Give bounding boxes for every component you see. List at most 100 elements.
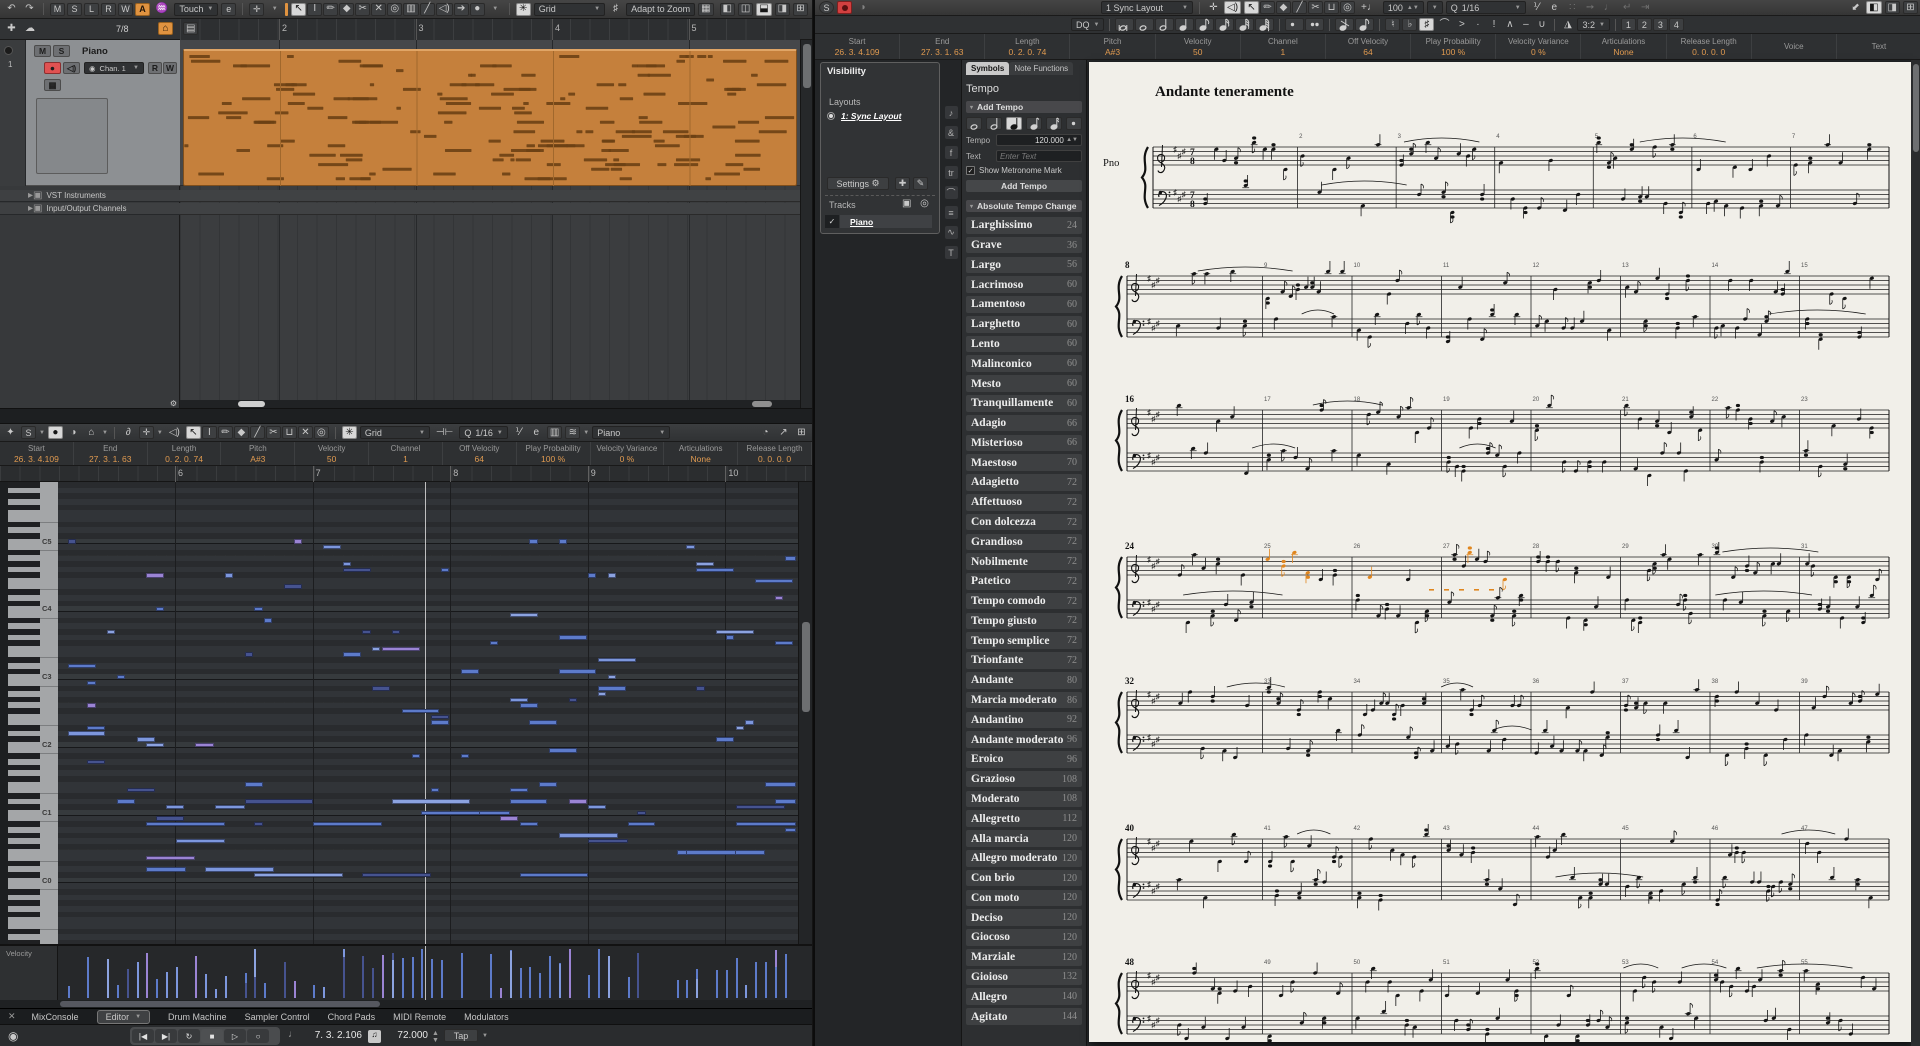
- tap-options-icon[interactable]: ▼: [482, 1033, 488, 1039]
- velocity-bar[interactable]: [175, 967, 178, 998]
- midi-note[interactable]: [254, 872, 343, 878]
- split-tool[interactable]: ✂: [355, 2, 371, 16]
- midi-note[interactable]: [411, 754, 420, 759]
- editor-mute-tool[interactable]: ✕: [297, 426, 313, 439]
- midi-note[interactable]: [146, 867, 186, 872]
- settings-button[interactable]: Settings ⚙: [827, 177, 889, 190]
- midi-note[interactable]: [598, 657, 636, 663]
- velocity-bar[interactable]: [87, 957, 90, 998]
- monitor-button[interactable]: ◁): [63, 62, 80, 74]
- edit-channel-button[interactable]: e: [221, 2, 237, 16]
- score-info-start[interactable]: Start 26. 3. 4.109: [815, 34, 901, 59]
- symbol-category-dynamics-icon[interactable]: f: [944, 146, 958, 159]
- duration-half-button[interactable]: [1155, 18, 1175, 31]
- info-length[interactable]: Length 0. 2. 0. 74: [148, 442, 222, 465]
- midi-note[interactable]: [715, 629, 754, 635]
- marcato-button[interactable]: !: [1486, 18, 1501, 31]
- dot-button[interactable]: [1285, 18, 1305, 31]
- visibility-tab[interactable]: Visibility: [827, 66, 866, 77]
- midi-note[interactable]: [774, 595, 784, 601]
- tie-button[interactable]: ⌒: [1436, 18, 1452, 31]
- score-info-articulations[interactable]: Articulations None: [1581, 34, 1667, 59]
- ruler-options-icon[interactable]: ▤: [183, 22, 199, 35]
- velocity-bar[interactable]: [568, 948, 571, 998]
- black-key[interactable]: [8, 832, 40, 839]
- sharp-button[interactable]: ♯: [1419, 18, 1435, 31]
- midi-note[interactable]: [765, 782, 796, 787]
- track-grid-icon[interactable]: ▦: [44, 79, 61, 91]
- midi-note[interactable]: [136, 737, 155, 742]
- score-info-velocity[interactable]: Velocity 50: [1156, 34, 1241, 59]
- tempo-preset-allegretto[interactable]: Allegretto 112: [966, 810, 1082, 828]
- duration-e16-button[interactable]: [1215, 18, 1235, 31]
- midi-note[interactable]: [696, 561, 715, 567]
- tempo-preset-deciso[interactable]: Deciso 120: [966, 909, 1082, 926]
- score-draw-tool[interactable]: ✏: [1260, 1, 1276, 14]
- midi-note[interactable]: [323, 544, 342, 550]
- tempo-preset-con-dolcezza[interactable]: Con dolcezza 72: [966, 513, 1082, 531]
- midi-note[interactable]: [696, 686, 705, 691]
- velocity-bar[interactable]: [224, 976, 227, 998]
- position-display[interactable]: 7. 3. 2.106: [300, 1030, 362, 1041]
- velocity-options-select[interactable]: ▼: [1426, 1, 1443, 14]
- black-key[interactable]: [8, 928, 40, 935]
- midi-note[interactable]: [215, 804, 245, 810]
- midi-part-piano[interactable]: [183, 49, 797, 186]
- velocity-bar[interactable]: [391, 959, 394, 998]
- time-signature-display[interactable]: 7/8: [116, 24, 129, 34]
- line-tool[interactable]: ╱: [419, 2, 435, 16]
- wedge-button[interactable]: ∧: [1502, 18, 1517, 31]
- editor-object-selection-tool[interactable]: ↖: [185, 426, 201, 439]
- tempo-preset-trionfante[interactable]: Trionfante 72: [966, 652, 1082, 669]
- midi-note[interactable]: [598, 691, 607, 697]
- black-key[interactable]: [8, 640, 40, 646]
- midi-note[interactable]: [715, 737, 734, 742]
- duration-breve-button[interactable]: [1115, 18, 1135, 31]
- midi-note[interactable]: [637, 810, 646, 816]
- tempo-note-whole-button[interactable]: [966, 117, 982, 130]
- score-right-zone-icon[interactable]: ◨: [1884, 1, 1900, 14]
- tempo-preset-moderato[interactable]: Moderato 108: [966, 790, 1082, 808]
- global-r-button[interactable]: R: [100, 2, 116, 16]
- score-notation[interactable]: ♯♯ ♯♯♯ ♯77882 3 4 5 6 78♯♯ ♯♯♯ ♯9 10 11 12 13 14 1516♯♯…: [1089, 62, 1911, 1042]
- record-button[interactable]: ○: [247, 1029, 269, 1043]
- ddot-button[interactable]: [1305, 18, 1325, 31]
- quantize-panel-icon[interactable]: ▦: [698, 2, 714, 16]
- h-zoom-slider[interactable]: [752, 401, 772, 407]
- score-quantize-edit-icon[interactable]: e: [1547, 1, 1562, 14]
- midi-note[interactable]: [627, 821, 656, 827]
- track-mute-button[interactable]: M: [34, 45, 51, 57]
- layout-radio[interactable]: [827, 112, 835, 120]
- midi-note[interactable]: [205, 867, 275, 872]
- velocity-bar[interactable]: [529, 985, 532, 998]
- track-solo-button[interactable]: S: [53, 45, 70, 57]
- black-key[interactable]: [8, 725, 40, 731]
- zoom-tool[interactable]: ◎: [387, 2, 403, 16]
- pin-icon[interactable]: ✦: [3, 426, 18, 439]
- editor-ruler[interactable]: 6 7 8 9 10: [0, 466, 812, 482]
- tab-chord-pads[interactable]: Chord Pads: [328, 1012, 376, 1022]
- velocity-bar[interactable]: [549, 955, 551, 998]
- black-key[interactable]: [8, 821, 40, 827]
- midi-note[interactable]: [87, 759, 106, 765]
- midi-note[interactable]: [558, 635, 587, 640]
- midi-note[interactable]: [755, 578, 793, 584]
- voice-4-button[interactable]: 4: [1668, 18, 1684, 31]
- midi-note[interactable]: [431, 714, 450, 719]
- tempo-preset-malinconico[interactable]: Malinconico 60: [966, 355, 1082, 373]
- read-automation-button[interactable]: R: [148, 62, 162, 74]
- midi-note[interactable]: [146, 573, 165, 578]
- tempo-preset-larghetto[interactable]: Larghetto 60: [966, 315, 1082, 333]
- black-key[interactable]: [8, 600, 40, 607]
- editor-quantize-select[interactable]: Q 1/16 ▼: [459, 426, 508, 439]
- black-key[interactable]: [8, 532, 40, 539]
- score-object-selection-tool[interactable]: ↖: [1244, 1, 1260, 14]
- tempo-preset-adagio[interactable]: Adagio 66: [966, 414, 1082, 432]
- grid-type-select[interactable]: Adapt to Zoom: [626, 2, 696, 16]
- add-tempo-section-header[interactable]: ▾ Add Tempo: [966, 101, 1082, 113]
- tempo-preset-alla-marcia[interactable]: Alla marcia 120: [966, 830, 1082, 847]
- object-selection-tool[interactable]: ↖: [291, 2, 307, 16]
- tempo-preset-nobilmente[interactable]: Nobilmente 72: [966, 553, 1082, 570]
- autoscroll-options-icon[interactable]: ▼: [267, 3, 282, 16]
- insert-note-icon[interactable]: +♩: [1358, 1, 1380, 14]
